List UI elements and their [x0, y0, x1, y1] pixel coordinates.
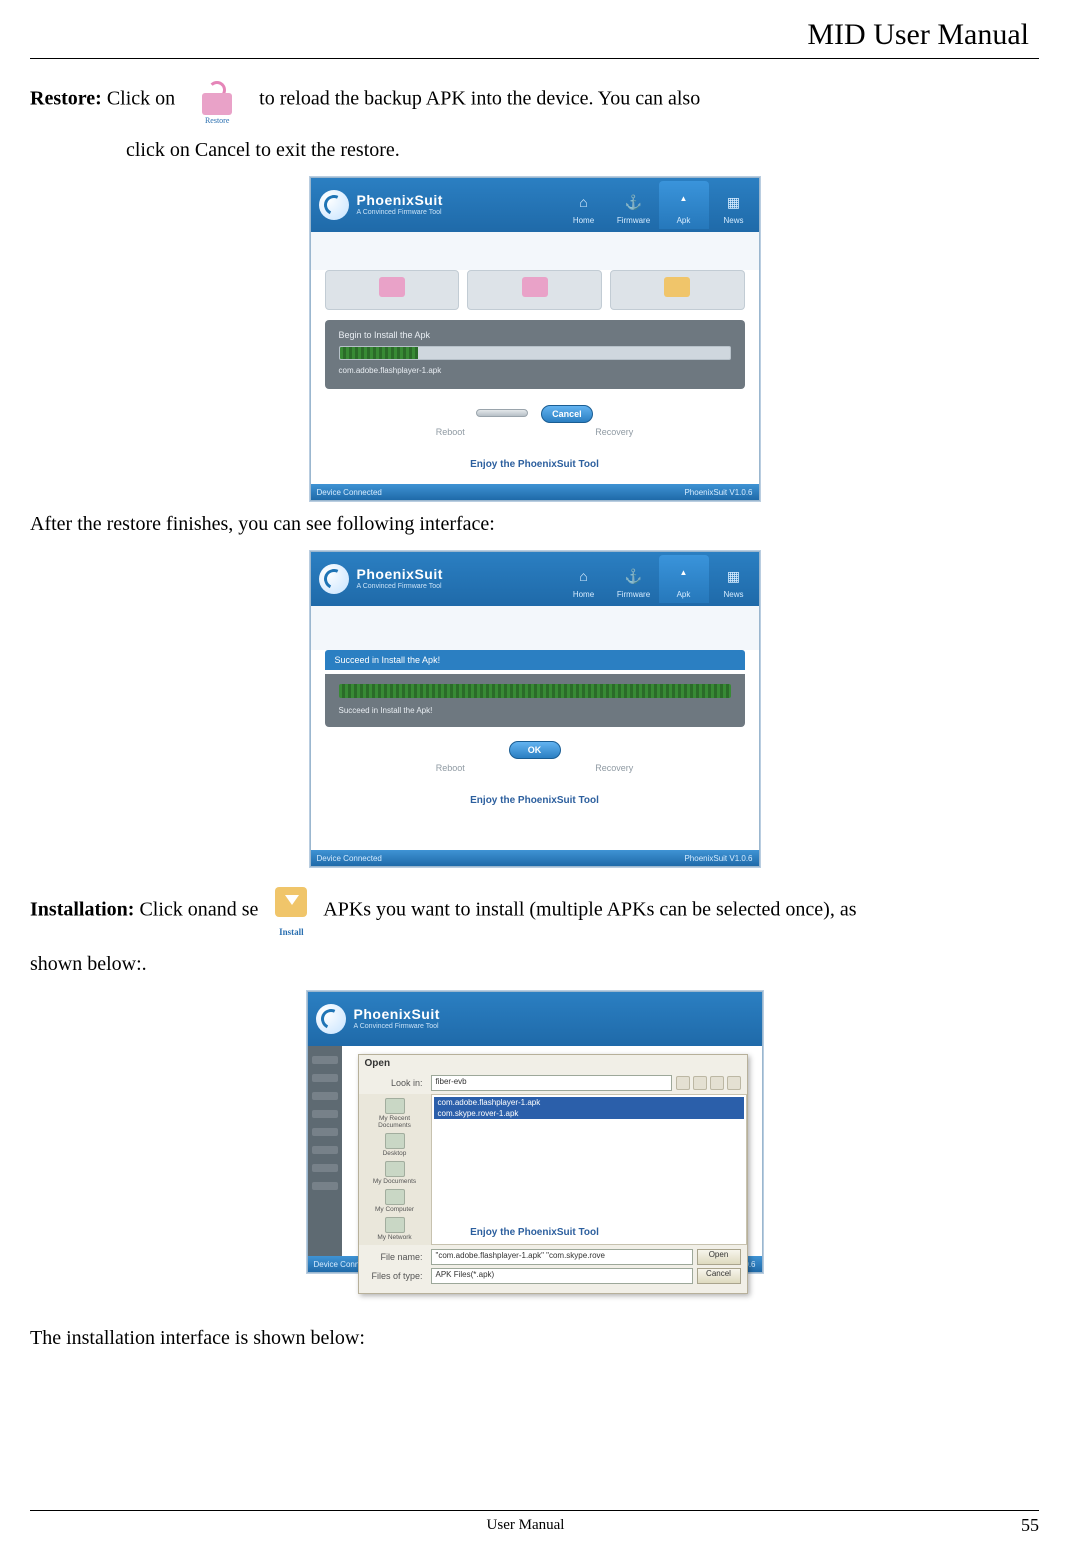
disabled-button — [476, 409, 528, 417]
phoenixsuit-window-opendialog: ? – × PhoenixSuit A Convinced Firmware T… — [307, 991, 763, 1273]
restore-icon: Restore — [194, 77, 240, 123]
filetype-label: Files of type: — [365, 1271, 427, 1281]
nav-news[interactable]: News — [709, 181, 759, 229]
top-nav: Home Firmware Apk News — [559, 178, 759, 232]
filetype-select[interactable]: APK Files(*.apk) — [431, 1268, 693, 1284]
nav-apk[interactable]: Apk — [659, 181, 709, 229]
icon-slots — [325, 270, 745, 310]
view-icon[interactable] — [727, 1076, 741, 1090]
page-number: 55 — [1021, 1515, 1039, 1536]
nav-home[interactable]: Home — [559, 181, 609, 229]
titlebar: PhoenixSuit A Convinced Firmware Tool Ho… — [311, 552, 759, 606]
nav-firmware[interactable]: Firmware — [609, 181, 659, 229]
place-recent[interactable]: My Recent Documents — [363, 1098, 427, 1129]
device-status: Device Connected — [317, 854, 382, 863]
install-final: The installation interface is shown belo… — [30, 1323, 1039, 1353]
brand-sub: A Convinced Firmware Tool — [357, 583, 443, 591]
reboot-label: Reboot — [436, 427, 465, 437]
install-bold: Installation: — [30, 899, 134, 921]
nav-home[interactable]: Home — [559, 555, 609, 603]
version-text: PhoenixSuit V1.0.6 — [684, 488, 752, 497]
brand-sub: A Convinced Firmware Tool — [354, 1023, 440, 1031]
top-nav: Home Firmware Apk News — [559, 552, 759, 606]
recovery-label: Recovery — [595, 763, 633, 773]
install-slot — [610, 270, 745, 310]
success-text: Succeed in Install the Apk! — [339, 706, 731, 715]
install-text-2: and se — [208, 899, 259, 921]
success-panel: Succeed in Install the Apk! — [325, 674, 745, 727]
place-mycomp[interactable]: My Computer — [363, 1189, 427, 1213]
titlebar: PhoenixSuit A Convinced Firmware Tool Ho… — [311, 178, 759, 232]
restore-bold: Restore: — [30, 88, 102, 110]
lookin-select[interactable]: fiber-evb — [431, 1075, 672, 1091]
phoenix-logo-icon — [319, 190, 349, 220]
enjoy-text: Enjoy the PhoenixSuit Tool — [311, 781, 759, 820]
install-text-3: APKs you want to install (multiple APKs … — [323, 899, 856, 921]
restore-slot — [467, 270, 602, 310]
phoenix-logo-icon — [316, 1004, 346, 1034]
nav-firmware[interactable]: Firmware — [609, 555, 659, 603]
install-line4: shown below:. — [30, 949, 1039, 979]
newfolder-icon[interactable] — [710, 1076, 724, 1090]
restore-paragraph: Restore: Click on Restore to reload the … — [30, 77, 1039, 123]
install-icon: Install — [265, 885, 317, 937]
nav-apk[interactable]: Apk — [659, 555, 709, 603]
file-item[interactable]: com.skype.rover-1.apk — [434, 1108, 744, 1119]
progress-bar — [339, 346, 731, 360]
version-text: PhoenixSuit V1.0.6 — [684, 854, 752, 863]
install-paragraph: Installation: Click onand se Install APK… — [30, 885, 1039, 937]
place-mydocs[interactable]: My Documents — [363, 1161, 427, 1185]
brand-name: PhoenixSuit — [354, 1007, 440, 1022]
footer-center: User Manual — [30, 1517, 1021, 1534]
install-text-1: Click on — [139, 899, 207, 921]
page-footer: User Manual 55 — [30, 1500, 1039, 1536]
progress-bar-full — [339, 684, 731, 698]
restore-line3: click on Cancel to exit the restore. — [30, 135, 1039, 165]
top-rule — [30, 58, 1039, 59]
install-panel: Begin to Install the Apk com.adobe.flash… — [325, 320, 745, 389]
device-status: Device Connected — [317, 488, 382, 497]
cancel-button[interactable]: Cancel — [697, 1268, 741, 1284]
cancel-button[interactable]: Cancel — [541, 405, 593, 423]
reboot-label: Reboot — [436, 763, 465, 773]
restore-text-1: Click on — [107, 88, 175, 110]
dialog-title: Open — [359, 1055, 747, 1072]
page-header: MID User Manual — [30, 18, 1039, 52]
place-desktop[interactable]: Desktop — [363, 1133, 427, 1157]
phoenixsuit-window-installing: ? – × PhoenixSuit A Convinced Firmware T… — [310, 177, 760, 501]
recovery-label: Recovery — [595, 427, 633, 437]
phoenix-logo-icon — [319, 564, 349, 594]
enjoy-text: Enjoy the PhoenixSuit Tool — [308, 1213, 762, 1252]
backup-slot — [325, 270, 460, 310]
brand-name: PhoenixSuit — [357, 193, 443, 208]
file-item[interactable]: com.adobe.flashplayer-1.apk — [434, 1097, 744, 1108]
enjoy-text: Enjoy the PhoenixSuit Tool — [311, 445, 759, 484]
up-icon[interactable] — [693, 1076, 707, 1090]
apk-filename: com.adobe.flashplayer-1.apk — [339, 366, 731, 375]
nav-news[interactable]: News — [709, 555, 759, 603]
panel-title: Begin to Install the Apk — [339, 330, 731, 340]
filename-label: File name: — [365, 1252, 427, 1262]
lookin-label: Look in: — [365, 1078, 427, 1088]
success-banner: Succeed in Install the Apk! — [325, 650, 745, 670]
restore-text-2: to reload the backup APK into the device… — [259, 88, 700, 110]
after-restore-text: After the restore finishes, you can see … — [30, 509, 1039, 539]
ok-button[interactable]: OK — [509, 741, 561, 759]
brand-name: PhoenixSuit — [357, 567, 443, 582]
phoenixsuit-window-success: ? – × PhoenixSuit A Convinced Firmware T… — [310, 551, 760, 867]
titlebar: PhoenixSuit A Convinced Firmware Tool — [308, 992, 762, 1046]
brand-sub: A Convinced Firmware Tool — [357, 209, 443, 217]
open-file-dialog: Open Look in: fiber-evb My Recent Docume… — [358, 1054, 748, 1294]
back-icon[interactable] — [676, 1076, 690, 1090]
